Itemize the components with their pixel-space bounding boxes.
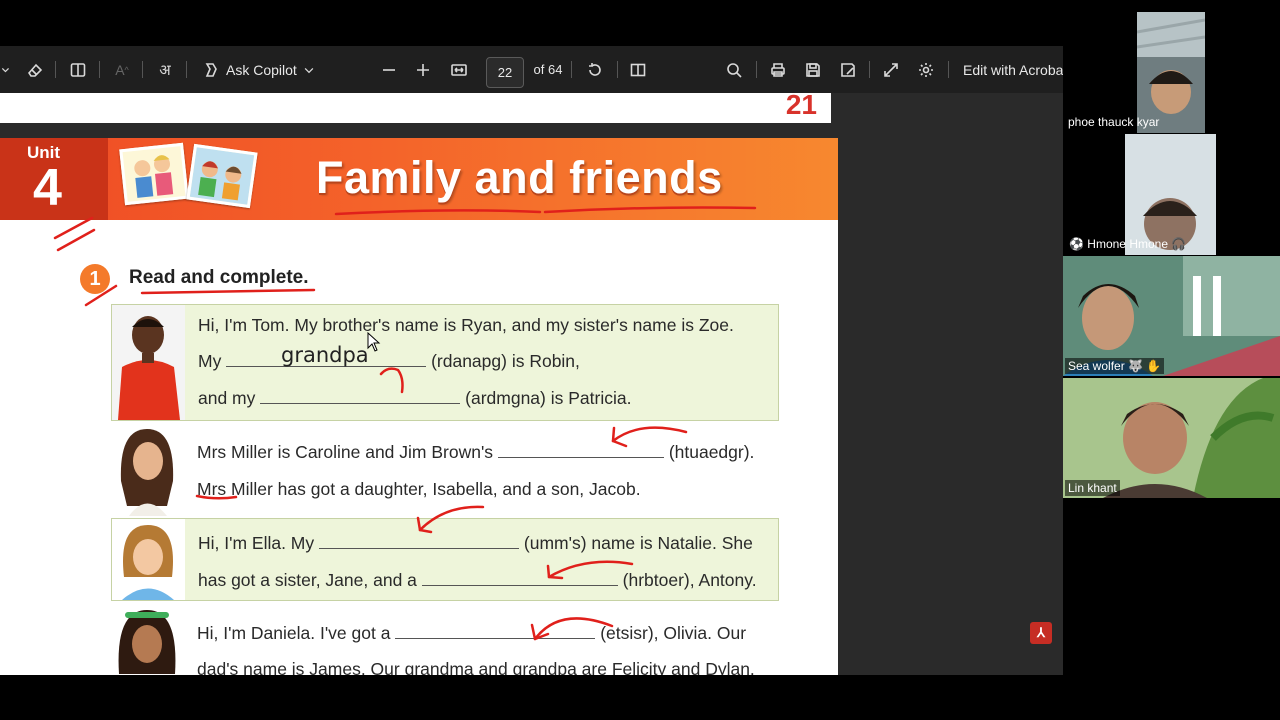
exercise-row-ella: Hi, I'm Ella. My (umm's) name is Natalie… (111, 518, 779, 601)
row-text-fragment: (hrbtoer), Antony. (622, 570, 757, 590)
print-icon[interactable] (766, 46, 790, 93)
row-text-line: Hi, I'm Ella. My (umm's) name is Natalie… (198, 533, 753, 554)
chevron-down-icon[interactable] (302, 46, 316, 93)
row-text-fragment: (etsisr), Olivia. Our (600, 623, 747, 643)
row-text-fragment: and my (198, 388, 256, 408)
unit-badge: Unit 4 (0, 138, 108, 220)
page-total-label: of 64 (533, 62, 563, 77)
toolbar-divider (99, 61, 100, 78)
toolbar-divider (617, 61, 618, 78)
toolbar-divider (756, 61, 757, 78)
row-text-fragment: Mrs Miller is Caroline and Jim Brown's (197, 442, 494, 462)
toolbar-divider (571, 61, 572, 78)
row-text-line: Hi, I'm Tom. My brother's name is Ryan, … (198, 315, 734, 335)
adobe-acrobat-icon[interactable]: ⅄ (1030, 622, 1052, 644)
answer-blank[interactable] (395, 638, 596, 639)
row-text-fragment: (umm's) name is Natalie. She (523, 533, 753, 553)
eraser-icon[interactable] (23, 46, 47, 93)
meeting-participants-panel: phoe thauck kyar ⚽ Hmone Hmone 🎧 Sea wol… (1063, 0, 1280, 720)
exercise-row-mrs-miller: Mrs Miller is Caroline and Jim Brown's (… (111, 421, 779, 516)
save-as-icon[interactable] (836, 46, 860, 93)
participant-name-row: Sea wolfer 🐺 ✋ (1065, 358, 1165, 374)
reaction-icon: ✋ (1146, 359, 1162, 373)
text-size-icon: A ^ (115, 61, 129, 78)
friends-photo-card (186, 143, 258, 209)
page-view-icon[interactable] (626, 46, 650, 93)
answer-blank[interactable] (319, 548, 520, 549)
row-text-line: dad's name is James. Our grandma and gra… (197, 659, 755, 675)
answer-blank[interactable] (421, 585, 618, 586)
toolbar-divider (869, 61, 870, 78)
zoom-out-icon[interactable] (378, 46, 400, 93)
search-icon[interactable] (722, 46, 746, 93)
text-box-icon[interactable] (66, 46, 90, 93)
draw-dropdown-icon[interactable] (0, 46, 14, 93)
toolbar-divider (186, 61, 187, 78)
ask-copilot-button[interactable]: Ask Copilot (226, 46, 300, 93)
row-text-fragment: (rdanapg) is Robin, (431, 351, 580, 371)
participant-name: Hmone Hmone (1087, 237, 1168, 251)
previous-page-number: 21 (785, 89, 817, 120)
exercise-title: Read and complete. (129, 267, 309, 288)
exercise-number-badge: 1 (80, 264, 110, 294)
settings-gear-icon[interactable] (914, 46, 938, 93)
zoom-in-icon[interactable] (412, 46, 434, 93)
window-top-area (0, 0, 1063, 46)
bottom-letterbox (0, 675, 1280, 720)
mouse-cursor-icon (367, 332, 381, 352)
row-text-line: My (rdanapg) is Robin, (198, 351, 580, 372)
mrs-miller-photo (111, 421, 184, 516)
row-text-line: has got a sister, Jane, and a (hrbtoer),… (198, 570, 757, 591)
daniela-photo (111, 604, 184, 675)
row-text-fragment: (htuaedgr). (668, 442, 755, 462)
participant-name-row: ⚽ Hmone Hmone 🎧 (1066, 236, 1189, 252)
rotate-icon[interactable] (583, 46, 607, 93)
row-text-fragment: (ardmgna) is Patricia. (465, 388, 632, 408)
previous-page-bottom: 21 (0, 89, 831, 123)
soccer-ball-icon: ⚽ (1069, 237, 1084, 251)
ella-photo (112, 519, 185, 600)
unit-title: Family and friends (316, 152, 723, 203)
headphones-icon: 🎧 (1171, 237, 1187, 251)
copilot-icon[interactable] (200, 46, 222, 93)
handwritten-answer: grandpa (281, 343, 369, 367)
pdf-viewer-window: A ^ अ Ask Copilot of 64 Edit with Acroba… (0, 0, 1063, 675)
toolbar-divider (55, 61, 56, 78)
participant-name: Sea wolfer (1068, 359, 1125, 373)
pdf-page: Unit 4 Family and friends 1 Read and com… (0, 138, 838, 675)
edit-with-acrobat-button[interactable]: Edit with Acroba (963, 46, 1063, 93)
row-text-fragment: Hi, I'm Ella. My (198, 533, 315, 553)
family-photo-card (119, 142, 189, 206)
row-text-line: and my (ardmgna) is Patricia. (198, 388, 631, 409)
row-text-fragment: Hi, I'm Daniela. I've got a (197, 623, 391, 643)
answer-blank[interactable] (260, 403, 461, 404)
read-aloud-icon[interactable]: अ (154, 46, 176, 93)
fullscreen-icon[interactable] (879, 46, 903, 93)
row-text-line: Hi, I'm Daniela. I've got a (etsisr), Ol… (197, 623, 746, 644)
tom-photo (112, 305, 185, 420)
wolf-emoji-icon: 🐺 (1128, 359, 1143, 373)
row-text-line: Mrs Miller has got a daughter, Isabella,… (197, 479, 641, 499)
exercise-row-tom: Hi, I'm Tom. My brother's name is Ryan, … (111, 304, 779, 421)
fit-width-icon[interactable] (447, 46, 471, 93)
page-number-input[interactable]: 22 (486, 57, 524, 88)
row-text-line: Mrs Miller is Caroline and Jim Brown's (… (197, 442, 754, 463)
toolbar-divider (948, 61, 949, 78)
participant-name: Lin khant (1065, 480, 1120, 496)
pdf-toolbar: A ^ अ Ask Copilot of 64 Edit with Acroba (0, 46, 1063, 93)
row-text-fragment: has got a sister, Jane, and a (198, 570, 417, 590)
participant-name: phoe thauck kyar (1068, 115, 1160, 129)
exercise-row-daniela: Hi, I'm Daniela. I've got a (etsisr), Ol… (111, 604, 779, 675)
unit-number: 4 (33, 159, 62, 217)
toolbar-divider (142, 61, 143, 78)
save-icon[interactable] (801, 46, 825, 93)
answer-blank[interactable] (497, 457, 664, 458)
row-text-fragment: My (198, 351, 222, 371)
unit-banner: Unit 4 Family and friends (0, 138, 838, 220)
